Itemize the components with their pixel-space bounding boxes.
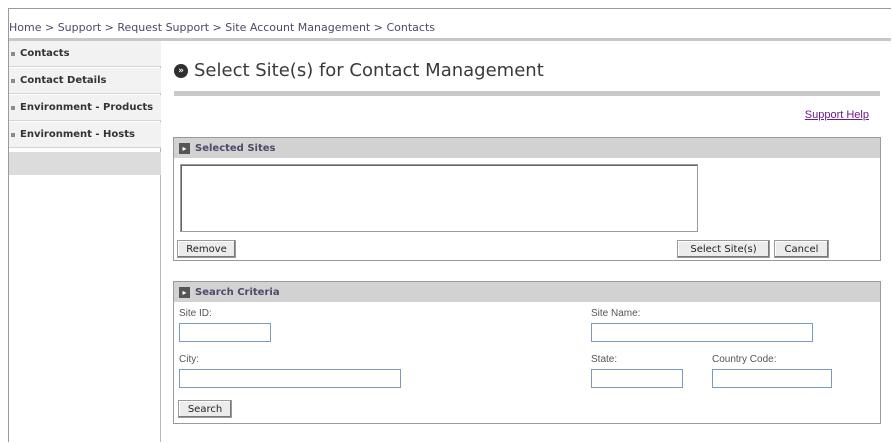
state-input[interactable] bbox=[591, 369, 683, 388]
sidebar-item-label: Contact Details bbox=[20, 75, 107, 86]
city-label: City: bbox=[179, 354, 199, 365]
bullet-icon bbox=[11, 132, 15, 137]
title-divider bbox=[174, 91, 880, 96]
selected-sites-section: ▸ Selected Sites Remove Select Site(s) C… bbox=[173, 137, 881, 261]
country-code-input[interactable] bbox=[712, 369, 832, 388]
search-criteria-section: ▸ Search Criteria Site ID: Site Name: Ci… bbox=[173, 281, 881, 424]
bullet-icon bbox=[11, 105, 15, 110]
search-button[interactable]: Search bbox=[178, 400, 232, 418]
sidebar-item-environment-hosts[interactable]: Environment - Hosts bbox=[9, 122, 161, 148]
site-name-input[interactable] bbox=[591, 323, 813, 342]
breadcrumb[interactable]: Home > Support > Request Support > Site … bbox=[9, 21, 889, 38]
selected-sites-header: ▸ Selected Sites bbox=[174, 138, 880, 158]
chevron-right-icon: ▸ bbox=[179, 286, 190, 298]
sidebar-filler bbox=[9, 152, 161, 175]
cancel-button[interactable]: Cancel bbox=[774, 240, 829, 258]
sidebar-item-contacts[interactable]: Contacts bbox=[9, 41, 161, 67]
sidebar-item-label: Environment - Hosts bbox=[20, 129, 135, 140]
search-criteria-header: ▸ Search Criteria bbox=[174, 282, 880, 302]
city-input[interactable] bbox=[179, 369, 401, 388]
double-chevron-icon: » bbox=[174, 64, 188, 78]
sidebar-item-label: Contacts bbox=[20, 48, 70, 59]
sidebar-item-environment-products[interactable]: Environment - Products bbox=[9, 95, 161, 121]
bullet-icon bbox=[11, 51, 15, 56]
select-sites-button[interactable]: Select Site(s) bbox=[677, 240, 770, 258]
country-code-label: Country Code: bbox=[712, 354, 777, 365]
sidebar-item-label: Environment - Products bbox=[20, 102, 154, 113]
chevron-right-icon: ▸ bbox=[179, 142, 190, 154]
section-title: Search Criteria bbox=[195, 286, 280, 298]
bullet-icon bbox=[11, 78, 15, 83]
sidebar-item-contact-details[interactable]: Contact Details bbox=[9, 68, 161, 94]
site-id-label: Site ID: bbox=[179, 308, 212, 319]
page-title: Select Site(s) for Contact Management bbox=[194, 60, 544, 81]
remove-button[interactable]: Remove bbox=[177, 240, 236, 258]
section-title: Selected Sites bbox=[195, 142, 276, 154]
site-name-label: Site Name: bbox=[591, 308, 641, 319]
state-label: State: bbox=[591, 354, 618, 365]
support-help-link[interactable]: Support Help bbox=[805, 109, 869, 121]
sidebar: Contacts Contact Details Environment - P… bbox=[9, 41, 161, 442]
selected-sites-list[interactable] bbox=[180, 164, 698, 232]
site-id-input[interactable] bbox=[179, 323, 271, 342]
